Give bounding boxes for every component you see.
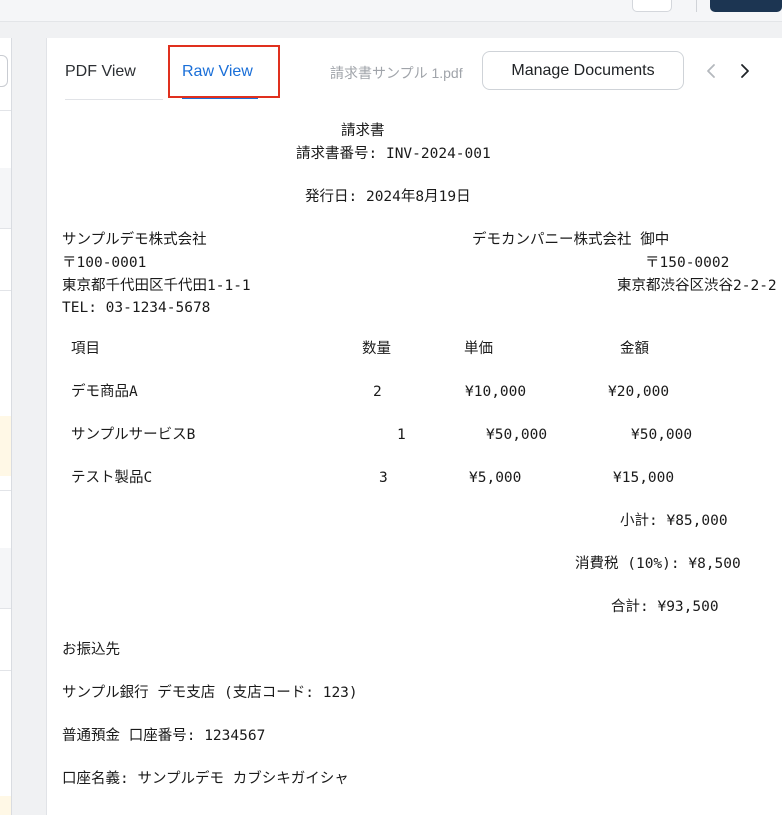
- account-line: 普通預金 口座番号: 1234567: [62, 728, 266, 744]
- list-item[interactable]: [0, 290, 11, 291]
- raw-text-content: 請求書 請求書番号: INV-2024-001 発行日: 2024年8月19日 …: [47, 38, 782, 815]
- seller-name: サンプルデモ株式会社: [62, 232, 207, 248]
- buyer-postal: 〒150-0002: [645, 255, 730, 271]
- document-viewer: PDF View Raw View 請求書サンプル 1.pdf Manage D…: [46, 38, 782, 815]
- table-row-item: サンプルサービスB: [71, 427, 196, 443]
- list-item[interactable]: [0, 608, 11, 609]
- primary-action-button[interactable]: [710, 0, 782, 12]
- list-item[interactable]: [0, 110, 11, 111]
- table-row-amount: ¥15,000: [613, 470, 675, 486]
- table-row-unit-price: ¥10,000: [465, 384, 527, 400]
- table-header-amount: 金額: [620, 341, 649, 357]
- seller-tel: TEL: 03-1234-5678: [62, 300, 211, 316]
- top-toolbar-button[interactable]: [632, 0, 672, 12]
- issue-date: 発行日: 2024年8月19日: [305, 189, 471, 205]
- table-header-qty: 数量: [362, 341, 391, 357]
- table-row-item: デモ商品A: [71, 384, 138, 400]
- subtotal: 小計: ¥85,000: [620, 513, 728, 529]
- toolbar-divider: [696, 0, 697, 12]
- tax: 消費税 (10%): ¥8,500: [575, 556, 741, 572]
- list-item[interactable]: [0, 490, 11, 491]
- list-item-highlighted[interactable]: [0, 416, 11, 476]
- buyer-name: デモカンパニー株式会社 御中: [472, 232, 670, 248]
- table-row-unit-price: ¥50,000: [486, 427, 548, 443]
- table-header-item: 項目: [71, 341, 100, 357]
- seller-address: 東京都千代田区千代田1-1-1: [62, 278, 251, 294]
- table-row-amount: ¥50,000: [631, 427, 693, 443]
- list-item[interactable]: [0, 548, 11, 608]
- table-row-unit-price: ¥5,000: [469, 470, 522, 486]
- table-row-qty: 3: [379, 470, 388, 486]
- account-holder-line: 口座名義: サンプルデモ カブシキガイシャ: [62, 771, 349, 787]
- table-row-qty: 2: [373, 384, 382, 400]
- list-item[interactable]: [0, 670, 11, 671]
- table-header-unit-price: 単価: [464, 341, 493, 357]
- invoice-number: 請求書番号: INV-2024-001: [296, 146, 491, 162]
- left-panel: [0, 38, 12, 815]
- list-item[interactable]: [0, 168, 11, 228]
- bank-heading: お振込先: [62, 642, 120, 658]
- top-bar: [0, 0, 782, 22]
- total: 合計: ¥93,500: [611, 599, 719, 615]
- buyer-address: 東京都渋谷区渋谷2-2-2: [617, 278, 777, 294]
- list-item[interactable]: [0, 228, 11, 229]
- table-row-qty: 1: [397, 427, 406, 443]
- invoice-title: 請求書: [341, 123, 385, 139]
- bank-line: サンプル銀行 デモ支店 (支店コード: 123): [62, 685, 358, 701]
- list-item-highlighted[interactable]: [0, 796, 11, 815]
- collapse-panel-button[interactable]: [0, 55, 8, 87]
- table-row-item: テスト製品C: [71, 470, 153, 486]
- table-row-amount: ¥20,000: [608, 384, 670, 400]
- seller-postal: 〒100-0001: [62, 255, 147, 271]
